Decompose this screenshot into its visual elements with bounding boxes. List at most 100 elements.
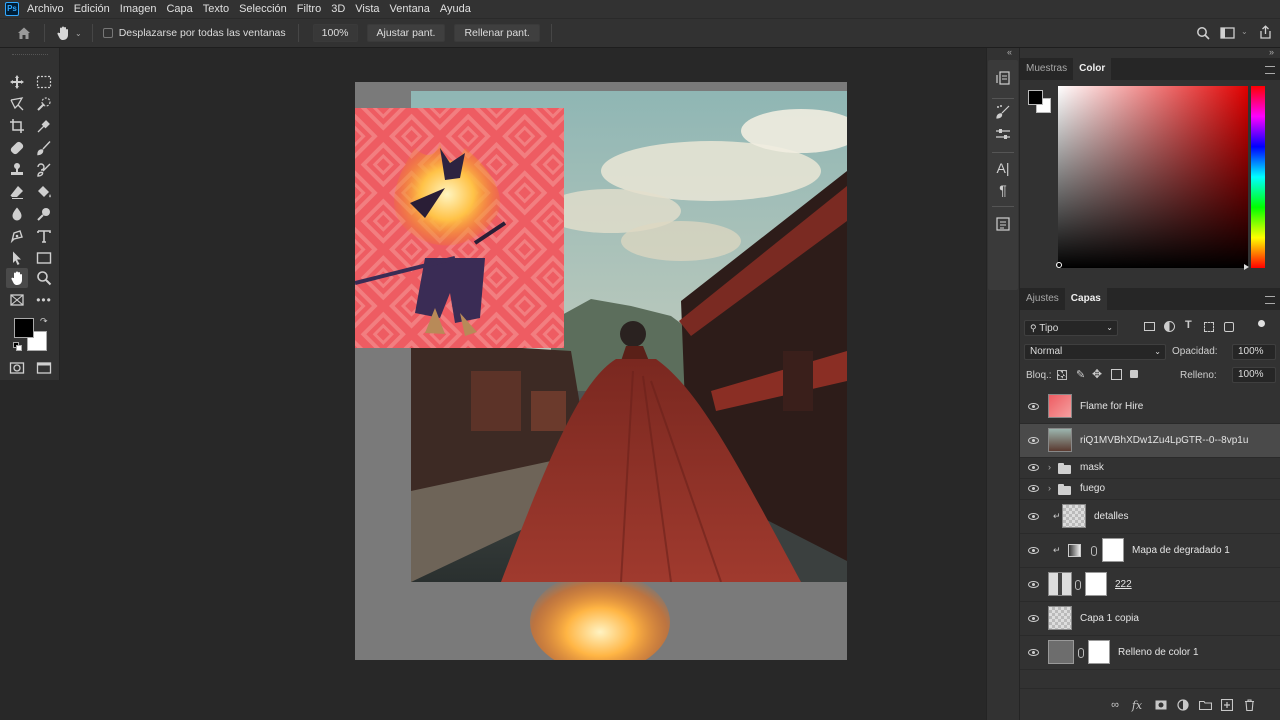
move-tool-icon[interactable] — [6, 72, 28, 92]
tab-capas[interactable]: Capas — [1064, 288, 1107, 310]
default-colors-icon[interactable] — [13, 342, 22, 351]
color-fg-swatch[interactable] — [1028, 90, 1043, 105]
layer-row-222[interactable]: 222 — [1020, 568, 1280, 602]
eyedropper-tool-icon[interactable] — [33, 116, 55, 136]
paint-bucket-tool-icon[interactable] — [33, 182, 55, 202]
lock-transparent-icon[interactable] — [1057, 370, 1067, 380]
screen-mode-icon[interactable] — [33, 358, 55, 378]
quick-selection-tool-icon[interactable] — [33, 94, 55, 114]
menu-capa[interactable]: Capa — [166, 3, 192, 15]
adjustments-sliders-icon[interactable] — [992, 124, 1014, 144]
healing-brush-tool-icon[interactable] — [6, 138, 28, 158]
layer-mask-thumbnail[interactable] — [1102, 538, 1124, 562]
link-layers-icon[interactable]: ∞ — [1108, 698, 1122, 712]
filter-type-icon[interactable]: T — [1185, 319, 1192, 331]
link-chain-icon[interactable] — [1075, 580, 1081, 590]
visibility-eye-icon[interactable] — [1028, 437, 1039, 444]
expand-chevron-icon[interactable]: › — [1048, 483, 1051, 493]
layer-filter-select[interactable]: ⚲ Tipo ⌄ — [1024, 320, 1118, 336]
workspace-icon[interactable] — [1220, 27, 1235, 39]
menu-filtro[interactable]: Filtro — [297, 3, 321, 15]
document-canvas[interactable] — [355, 82, 847, 660]
pen-tool-icon[interactable] — [6, 226, 28, 246]
visibility-eye-icon[interactable] — [1028, 513, 1039, 520]
swap-colors-icon[interactable]: ↷ — [40, 316, 48, 327]
new-layer-icon[interactable] — [1220, 698, 1234, 712]
lock-image-icon[interactable]: ✎ — [1076, 368, 1085, 381]
visibility-eye-icon[interactable] — [1028, 403, 1039, 410]
add-mask-icon[interactable] — [1154, 698, 1168, 712]
menu-imagen[interactable]: Imagen — [120, 3, 157, 15]
visibility-eye-icon[interactable] — [1028, 581, 1039, 588]
type-tool-icon[interactable] — [33, 226, 55, 246]
properties-panel-icon[interactable] — [992, 214, 1014, 234]
workspace-chevron-icon[interactable]: ⌄ — [1241, 27, 1248, 36]
color-field-picker[interactable] — [1056, 262, 1062, 268]
history-panel-icon[interactable] — [992, 68, 1014, 88]
share-icon[interactable] — [1258, 25, 1273, 40]
fit-screen-button[interactable]: Ajustar pant. — [366, 24, 446, 42]
layer-row-color-fill[interactable]: Relleno de color 1 — [1020, 636, 1280, 670]
filter-adjustment-icon[interactable] — [1164, 321, 1175, 332]
quick-mask-icon[interactable] — [6, 358, 28, 378]
lock-artboard-icon[interactable] — [1111, 369, 1122, 380]
chevron-down-icon[interactable]: ⌄ — [75, 29, 82, 38]
menu-archivo[interactable]: Archivo — [27, 3, 64, 15]
lock-all-icon[interactable] — [1130, 370, 1138, 378]
visibility-eye-icon[interactable] — [1028, 485, 1039, 492]
eraser-tool-icon[interactable] — [6, 182, 28, 202]
hand-tool-icon[interactable] — [55, 25, 71, 41]
color-field[interactable] — [1058, 86, 1248, 268]
visibility-eye-icon[interactable] — [1028, 464, 1039, 471]
stamp-tool-icon[interactable] — [6, 160, 28, 180]
layer-mask-thumbnail[interactable] — [1088, 640, 1110, 664]
blend-mode-select[interactable]: Normal ⌄ — [1024, 344, 1166, 360]
scroll-all-checkbox[interactable] — [102, 28, 113, 38]
filter-smart-object-icon[interactable] — [1224, 322, 1234, 332]
opacity-field[interactable]: 100% — [1232, 344, 1276, 360]
zoom-tool-icon[interactable] — [33, 268, 55, 288]
menu-edicion[interactable]: Edición — [74, 3, 110, 15]
menu-seleccion[interactable]: Selección — [239, 3, 287, 15]
layers-panel-menu-icon[interactable] — [1265, 296, 1275, 304]
delete-layer-icon[interactable] — [1242, 698, 1256, 712]
layer-row-mask-group[interactable]: › mask — [1020, 458, 1280, 479]
link-chain-icon[interactable] — [1091, 546, 1097, 556]
crop-tool-icon[interactable] — [6, 116, 28, 136]
new-adjustment-layer-icon[interactable] — [1176, 698, 1190, 712]
visibility-eye-icon[interactable] — [1028, 547, 1039, 554]
paragraph-panel-icon[interactable]: ¶ — [992, 180, 1014, 200]
menu-3d[interactable]: 3D — [331, 3, 345, 15]
brush-settings-icon[interactable] — [992, 102, 1014, 122]
fill-field[interactable]: 100% — [1232, 367, 1276, 383]
layer-row-street-photo[interactable]: riQ1MVBhXDw1Zu4LpGTR--0--8vp1u — [1020, 424, 1280, 458]
menu-vista[interactable]: Vista — [355, 3, 379, 15]
history-brush-tool-icon[interactable] — [33, 160, 55, 180]
fill-screen-button[interactable]: Rellenar pant. — [454, 24, 540, 42]
hand-tool-icon[interactable] — [6, 268, 28, 288]
expand-chevron-icon[interactable]: › — [1048, 462, 1051, 472]
menu-ventana[interactable]: Ventana — [390, 3, 430, 15]
search-icon[interactable] — [1196, 26, 1210, 40]
home-icon[interactable] — [16, 25, 32, 41]
marquee-tool-icon[interactable] — [33, 72, 55, 92]
menu-ayuda[interactable]: Ayuda — [440, 3, 471, 15]
zoom-value-field[interactable]: 100% — [312, 24, 358, 42]
lasso-tool-icon[interactable] — [6, 94, 28, 114]
visibility-eye-icon[interactable] — [1028, 615, 1039, 622]
brush-tool-icon[interactable] — [33, 138, 55, 158]
tab-muestras[interactable]: Muestras — [1020, 58, 1073, 80]
path-selection-tool-icon[interactable] — [6, 248, 28, 268]
layer-style-fx-icon[interactable]: fx — [1130, 698, 1144, 712]
filter-toggle-icon[interactable] — [1258, 320, 1265, 327]
link-chain-icon[interactable] — [1078, 648, 1084, 658]
lock-position-icon[interactable]: ✥ — [1092, 367, 1102, 381]
character-panel-icon[interactable]: A| — [992, 158, 1014, 178]
layer-row-flame-for-hire[interactable]: Flame for Hire — [1020, 390, 1280, 424]
more-tools-icon[interactable]: ••• — [33, 290, 55, 310]
dodge-tool-icon[interactable] — [33, 204, 55, 224]
color-panel-menu-icon[interactable] — [1265, 66, 1275, 74]
filter-shape-icon[interactable] — [1204, 322, 1214, 332]
layer-row-detalles[interactable]: ↵ detalles — [1020, 500, 1280, 534]
filter-pixel-icon[interactable] — [1144, 322, 1155, 331]
